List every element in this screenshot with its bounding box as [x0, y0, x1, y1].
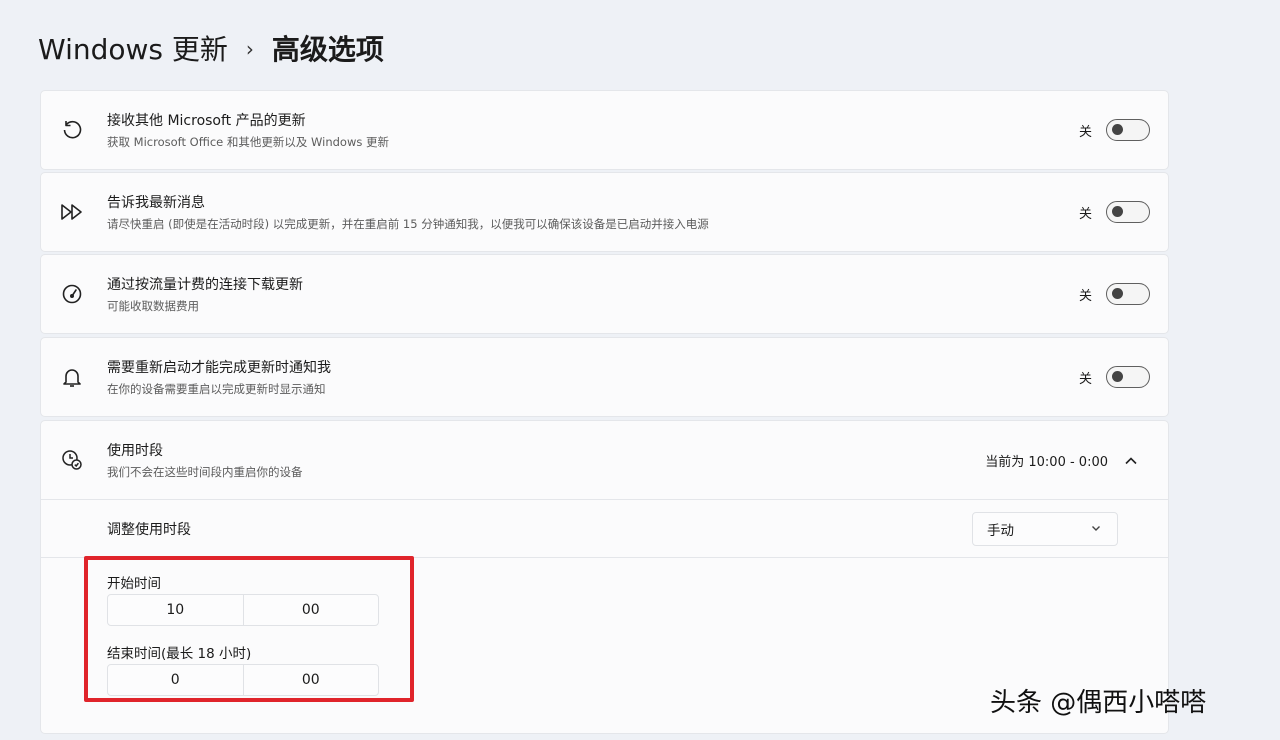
start-time-picker[interactable]: 10 00: [107, 594, 379, 626]
breadcrumb-parent[interactable]: Windows 更新: [38, 28, 228, 68]
setting-title: 接收其他 Microsoft 产品的更新: [107, 113, 306, 129]
metered-connection-toggle[interactable]: [1106, 283, 1150, 305]
start-time-label: 开始时间: [107, 576, 161, 592]
chevron-up-icon[interactable]: [1124, 451, 1138, 470]
active-hours-mode-dropdown[interactable]: 手动: [972, 511, 1118, 546]
setting-subtitle: 我们不会在这些时间段内重启你的设备: [107, 465, 303, 479]
other-products-toggle[interactable]: [1106, 119, 1150, 141]
toggle-state-label: 关: [1078, 371, 1092, 387]
latest-updates-toggle[interactable]: [1106, 201, 1150, 223]
adjust-active-hours-row: 调整使用时段 手动: [41, 499, 1168, 557]
active-hours-current: 当前为 10:00 - 0:00: [985, 454, 1108, 470]
watermark: 头条 @偶西小嗒嗒: [990, 688, 1207, 718]
toggle-state-label: 关: [1078, 124, 1092, 140]
end-time-picker[interactable]: 0 00: [107, 664, 379, 696]
end-hour[interactable]: 0: [108, 665, 243, 695]
setting-card-latest-updates: 告诉我最新消息 请尽快重启 (即使是在活动时段) 以完成更新，并在重启前 15 …: [40, 172, 1169, 252]
toggle-state-label: 关: [1078, 288, 1092, 304]
setting-card-restart-notify: 需要重新启动才能完成更新时通知我 在你的设备需要重启以完成更新时显示通知 关: [40, 337, 1169, 417]
setting-subtitle: 获取 Microsoft Office 和其他更新以及 Windows 更新: [107, 135, 390, 149]
setting-card-metered-connection: 通过按流量计费的连接下载更新 可能收取数据费用 关: [40, 254, 1169, 334]
setting-title: 使用时段: [107, 443, 163, 459]
end-minute[interactable]: 00: [242, 665, 379, 695]
refresh-icon: [59, 117, 85, 143]
start-minute[interactable]: 00: [242, 595, 379, 625]
chevron-down-icon: [1091, 522, 1101, 535]
setting-card-other-products: 接收其他 Microsoft 产品的更新 获取 Microsoft Office…: [40, 90, 1169, 170]
page-title: 高级选项: [271, 33, 384, 66]
toggle-state-label: 关: [1078, 206, 1092, 222]
breadcrumb: Windows 更新 › 高级选项: [38, 26, 384, 70]
start-hour[interactable]: 10: [108, 595, 243, 625]
active-hours-icon: [59, 447, 85, 473]
restart-notify-toggle[interactable]: [1106, 366, 1150, 388]
speedometer-icon: [59, 281, 85, 307]
adjust-active-hours-label: 调整使用时段: [107, 521, 191, 538]
active-hours-header[interactable]: 使用时段 我们不会在这些时间段内重启你的设备 当前为 10:00 - 0:00: [41, 421, 1168, 499]
bell-icon: [59, 364, 85, 390]
fast-forward-icon: [59, 199, 85, 225]
dropdown-value: 手动: [987, 522, 1014, 539]
setting-title: 需要重新启动才能完成更新时通知我: [107, 360, 331, 376]
setting-subtitle: 可能收取数据费用: [107, 299, 199, 313]
setting-title: 通过按流量计费的连接下载更新: [107, 277, 303, 293]
end-time-label: 结束时间(最长 18 小时): [107, 646, 252, 662]
setting-subtitle: 请尽快重启 (即使是在活动时段) 以完成更新，并在重启前 15 分钟通知我，以便…: [107, 217, 709, 231]
breadcrumb-separator: ›: [245, 37, 254, 61]
setting-title: 告诉我最新消息: [107, 195, 205, 211]
setting-subtitle: 在你的设备需要重启以完成更新时显示通知: [107, 382, 326, 396]
